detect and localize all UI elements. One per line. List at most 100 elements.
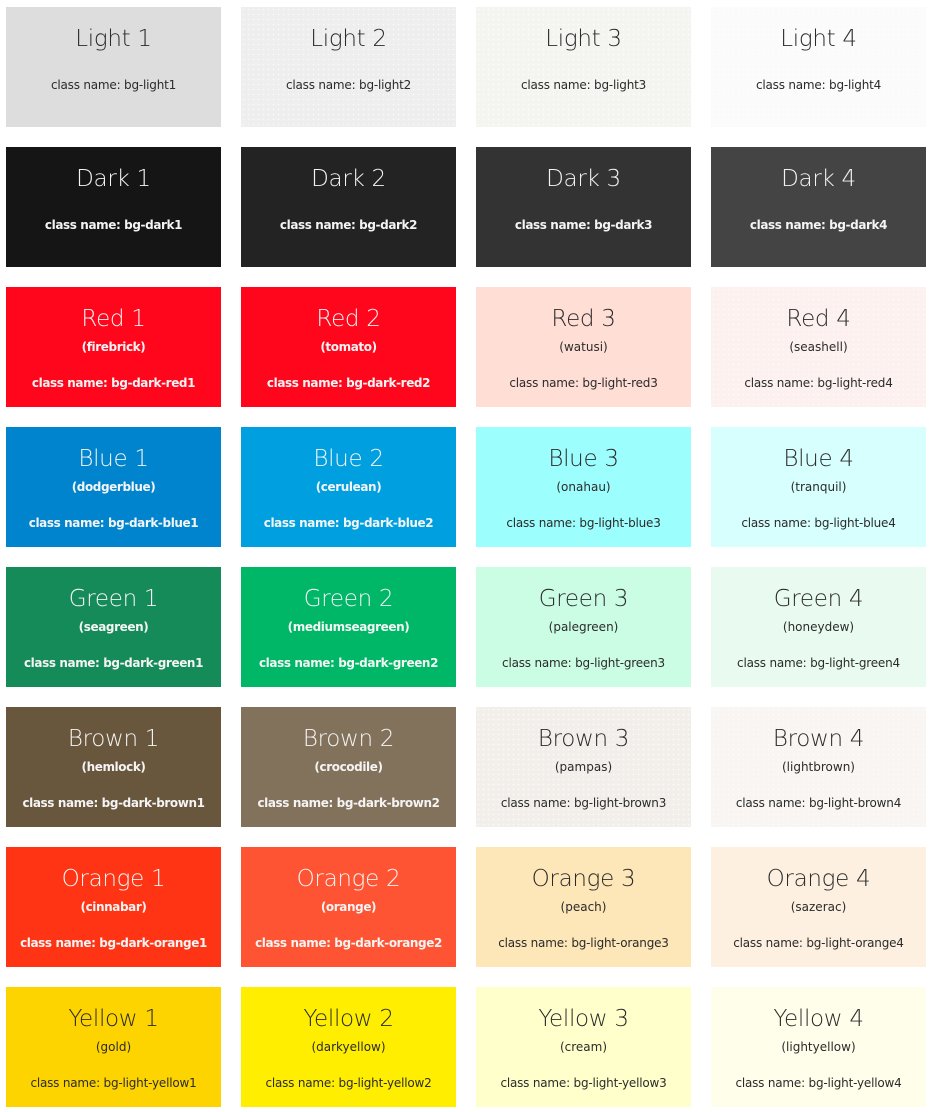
swatch-green3: Green 3 (palegreen) class name: bg-light…: [476, 567, 691, 687]
swatch-title: Dark 1: [76, 166, 151, 192]
swatch-color-name: (crocodile): [314, 760, 383, 774]
swatch-title: Green 2: [303, 586, 394, 612]
swatch-color-name: (lightyellow): [781, 1040, 856, 1054]
swatch-yellow1: Yellow 1 (gold) class name: bg-light-yel…: [6, 987, 221, 1107]
swatch-class-name: class name: bg-dark2: [279, 218, 418, 232]
swatch-class-name: class name: bg-dark4: [749, 218, 888, 232]
swatch-title: Brown 1: [67, 726, 160, 752]
swatch-color-name: (cream): [559, 1040, 608, 1054]
swatch-class-name: class name: bg-light2: [285, 78, 412, 92]
swatch-title: Dark 4: [781, 166, 856, 192]
swatch-color-name: (palegreen): [548, 620, 619, 634]
swatch-brown4: Brown 4 (lightbrown) class name: bg-ligh…: [711, 707, 926, 827]
swatch-class-name: class name: bg-light4: [755, 78, 882, 92]
swatch-light4: Light 4 class name: bg-light4: [711, 7, 926, 127]
swatch-title: Blue 4: [783, 446, 854, 472]
swatch-class-name: class name: bg-light-yellow2: [265, 1076, 432, 1090]
swatch-green4: Green 4 (honeydew) class name: bg-light-…: [711, 567, 926, 687]
swatch-color-name: (watusi): [559, 340, 608, 354]
swatch-light2: Light 2 class name: bg-light2: [241, 7, 456, 127]
swatch-class-name: class name: bg-light-yellow3: [500, 1076, 667, 1090]
swatch-title: Orange 4: [766, 866, 871, 892]
swatch-title: Yellow 4: [773, 1006, 864, 1032]
swatch-class-name: class name: bg-light-green3: [502, 656, 665, 670]
swatch-title: Dark 2: [311, 166, 386, 192]
swatch-blue3: Blue 3 (onahau) class name: bg-light-blu…: [476, 427, 691, 547]
color-swatch-grid: Light 1 class name: bg-light1 Light 2 cl…: [6, 7, 926, 1107]
swatch-title: Orange 2: [296, 866, 401, 892]
swatch-color-name: (lightbrown): [781, 760, 855, 774]
swatch-title: Dark 3: [546, 166, 621, 192]
swatch-blue2: Blue 2 (cerulean) class name: bg-dark-bl…: [241, 427, 456, 547]
swatch-title: Blue 3: [548, 446, 619, 472]
swatch-color-name: (darkyellow): [311, 1040, 386, 1054]
swatch-class-name: class name: bg-light-orange3: [498, 936, 669, 950]
swatch-class-name: class name: bg-dark-green2: [258, 656, 439, 670]
swatch-class-name: class name: bg-dark-green1: [23, 656, 204, 670]
swatch-class-name: class name: bg-dark-brown1: [22, 796, 205, 810]
swatch-title: Yellow 2: [303, 1006, 394, 1032]
swatch-title: Green 1: [68, 586, 159, 612]
swatch-blue1: Blue 1 (dodgerblue) class name: bg-dark-…: [6, 427, 221, 547]
swatch-class-name: class name: bg-light-red4: [744, 376, 893, 390]
swatch-title: Brown 4: [772, 726, 865, 752]
swatch-class-name: class name: bg-light-blue3: [506, 516, 661, 530]
swatch-title: Yellow 3: [538, 1006, 629, 1032]
swatch-color-name: (orange): [320, 900, 377, 914]
swatch-color-name: (onahau): [556, 480, 611, 494]
swatch-green2: Green 2 (mediumseagreen) class name: bg-…: [241, 567, 456, 687]
swatch-red3: Red 3 (watusi) class name: bg-light-red3: [476, 287, 691, 407]
swatch-title: Orange 3: [531, 866, 636, 892]
swatch-color-name: (seagreen): [78, 620, 149, 634]
swatch-yellow4: Yellow 4 (lightyellow) class name: bg-li…: [711, 987, 926, 1107]
swatch-color-name: (cinnabar): [80, 900, 147, 914]
swatch-brown1: Brown 1 (hemlock) class name: bg-dark-br…: [6, 707, 221, 827]
swatch-color-name: (cerulean): [315, 480, 382, 494]
swatch-class-name: class name: bg-dark-orange2: [255, 936, 442, 950]
swatch-red1: Red 1 (firebrick) class name: bg-dark-re…: [6, 287, 221, 407]
swatch-class-name: class name: bg-light-yellow1: [30, 1076, 197, 1090]
swatch-class-name: class name: bg-light-yellow4: [735, 1076, 902, 1090]
swatch-orange2: Orange 2 (orange) class name: bg-dark-or…: [241, 847, 456, 967]
swatch-orange3: Orange 3 (peach) class name: bg-light-or…: [476, 847, 691, 967]
swatch-orange4: Orange 4 (sazerac) class name: bg-light-…: [711, 847, 926, 967]
swatch-light1: Light 1 class name: bg-light1: [6, 7, 221, 127]
swatch-color-name: (sazerac): [790, 900, 847, 914]
swatch-title: Brown 2: [302, 726, 395, 752]
swatch-red2: Red 2 (tomato) class name: bg-dark-red2: [241, 287, 456, 407]
swatch-color-name: (tranquil): [790, 480, 847, 494]
swatch-yellow3: Yellow 3 (cream) class name: bg-light-ye…: [476, 987, 691, 1107]
swatch-class-name: class name: bg-light3: [520, 78, 647, 92]
swatch-color-name: (firebrick): [81, 340, 146, 354]
swatch-title: Light 2: [310, 26, 387, 52]
swatch-class-name: class name: bg-dark-red1: [31, 376, 196, 390]
swatch-class-name: class name: bg-light-orange4: [733, 936, 904, 950]
swatch-color-name: (honeydew): [782, 620, 855, 634]
swatch-class-name: class name: bg-dark3: [514, 218, 653, 232]
swatch-title: Red 1: [81, 306, 146, 332]
swatch-title: Blue 2: [313, 446, 384, 472]
swatch-title: Brown 3: [537, 726, 630, 752]
swatch-color-name: (gold): [95, 1040, 132, 1054]
swatch-color-name: (seashell): [789, 340, 848, 354]
swatch-class-name: class name: bg-dark-blue1: [28, 516, 199, 530]
swatch-title: Light 3: [545, 26, 622, 52]
swatch-dark3: Dark 3 class name: bg-dark3: [476, 147, 691, 267]
swatch-title: Light 4: [780, 26, 857, 52]
swatch-light3: Light 3 class name: bg-light3: [476, 7, 691, 127]
swatch-class-name: class name: bg-dark-brown2: [257, 796, 440, 810]
swatch-title: Blue 1: [78, 446, 149, 472]
swatch-class-name: class name: bg-light1: [50, 78, 177, 92]
swatch-class-name: class name: bg-light-red3: [509, 376, 658, 390]
swatch-dark2: Dark 2 class name: bg-dark2: [241, 147, 456, 267]
swatch-class-name: class name: bg-light-green4: [737, 656, 900, 670]
swatch-brown3: Brown 3 (pampas) class name: bg-light-br…: [476, 707, 691, 827]
swatch-title: Light 1: [75, 26, 152, 52]
swatch-class-name: class name: bg-light-brown3: [500, 796, 667, 810]
swatch-color-name: (pampas): [554, 760, 613, 774]
swatch-dark1: Dark 1 class name: bg-dark1: [6, 147, 221, 267]
swatch-color-name: (dodgerblue): [71, 480, 156, 494]
swatch-color-name: (hemlock): [81, 760, 146, 774]
swatch-blue4: Blue 4 (tranquil) class name: bg-light-b…: [711, 427, 926, 547]
swatch-red4: Red 4 (seashell) class name: bg-light-re…: [711, 287, 926, 407]
